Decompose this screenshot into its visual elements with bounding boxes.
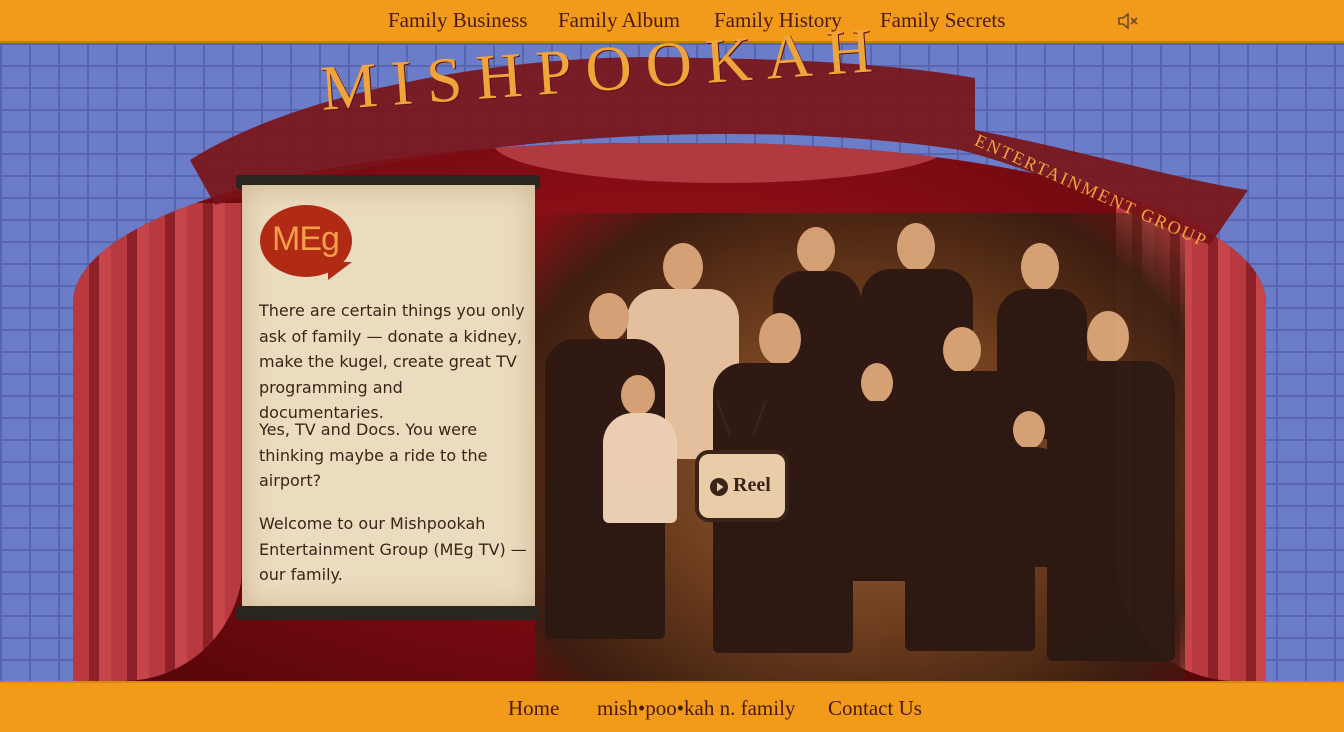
child-body [993, 447, 1065, 567]
nav-family-history[interactable]: Family History [714, 8, 842, 33]
intro-paragraph-2: Yes, TV and Docs. You were thinking mayb… [259, 420, 488, 490]
child-body [839, 401, 917, 581]
reel-button[interactable]: Reel [695, 450, 789, 522]
person-head [897, 223, 935, 271]
child-head [621, 375, 655, 415]
person-head [759, 313, 801, 365]
child-head [1013, 411, 1045, 449]
nav-family-secrets[interactable]: Family Secrets [880, 8, 1005, 33]
child-body [603, 413, 677, 523]
play-circle-icon [709, 477, 729, 497]
person-head [589, 293, 629, 341]
top-navigation: Family Business Family Album Family Hist… [0, 0, 1344, 43]
nav-mishpookah-definition[interactable]: mish•poo•kah n. family [597, 696, 795, 721]
child-head [861, 363, 893, 403]
person-head [943, 327, 981, 373]
person-body [1047, 361, 1175, 661]
nav-contact-us[interactable]: Contact Us [828, 696, 922, 721]
person-head [797, 227, 835, 273]
reel-label: Reel [733, 474, 771, 496]
person-head [1021, 243, 1059, 291]
intro-paragraph-1: There are certain things you only ask of… [259, 301, 525, 422]
person-head [1087, 311, 1129, 363]
person-head [663, 243, 703, 291]
curtain-left [73, 203, 243, 681]
meg-logo-text: MEg [272, 220, 340, 258]
intro-paragraph-3: Welcome to our Mishpookah Entertainment … [259, 514, 527, 584]
nav-family-business[interactable]: Family Business [388, 8, 527, 33]
nav-home[interactable]: Home [508, 696, 559, 721]
scroll-rod-bottom [236, 606, 540, 620]
meg-logo-bubble-tail [328, 262, 352, 280]
family-photo [535, 213, 1185, 681]
nav-family-album[interactable]: Family Album [558, 8, 680, 33]
speaker-muted-icon[interactable] [1116, 9, 1140, 33]
bottom-navigation: Home mish•poo•kah n. family Contact Us [0, 681, 1344, 732]
curtain-valance [493, 143, 953, 183]
